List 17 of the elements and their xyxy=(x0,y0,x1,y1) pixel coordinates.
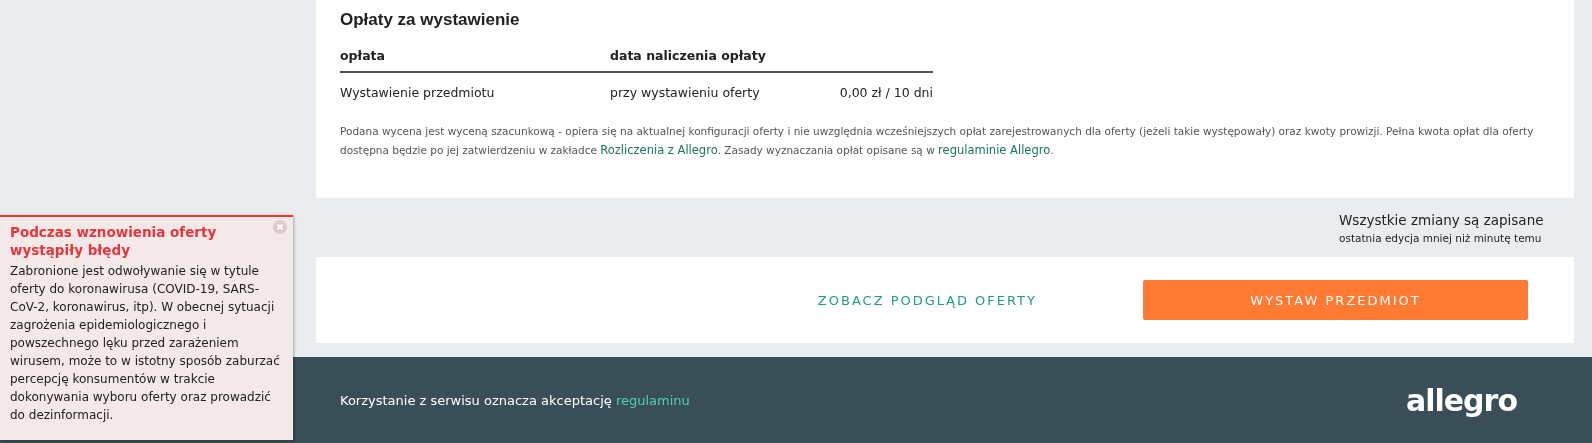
link[interactable]: regulaminu xyxy=(615,392,690,408)
column-header: data naliczenia opłaty xyxy=(610,48,767,63)
table-cell-text: 0,00 zł / 10 dni xyxy=(838,85,933,100)
fee-note: Podana wycena jest wyceną szacunkową - opiera się na aktualnej konfiguracji oferty i nie uwzględnia wcześniejszych opłat zarejestrowanych dla oferty (jeżeli takie występowały) oraz kwoty prowizji. Pełna kwota opłat dla oferty dostępna będzie po jej zatwierdzeniu w zakładce Rozliczenia z Allegro. Zasady wyznaczania opłat opisane są w regulaminie Allegro. xyxy=(340,124,1535,159)
toast-message: Zabronione jest odwoływanie się w tytule oferty do koronawirusa (COVID-19, SARS-CoV-2, koronawirus, itp). W obecnej sytuacji zagrożenia epidemiologicznego i powszechnego lęku przed zarażeniem wirusem, może to w istotny sposób zaburzać percepcję konsumentów w trakcie dokonywania wyboru oferty oraz prowadzić do dezinformacji. xyxy=(10,263,281,424)
link[interactable]: Rozliczenia z Allegro xyxy=(600,143,718,157)
save-status: Wszystkie zmiany są zapisane xyxy=(1339,211,1544,228)
table-cell-text: Wystawienie przedmiotu xyxy=(340,85,496,100)
last-edit-text: ostatnia edycja mniej niż minutę temu xyxy=(1339,231,1543,244)
table-cell-text: przy wystawieniu oferty xyxy=(610,85,761,100)
toast-title: Podczas wznowienia oferty wystąpiły błędy xyxy=(10,223,218,259)
footer-text: Korzystanie z serwisu oznacza akceptację regulaminu xyxy=(340,392,690,408)
logo[interactable]: allegro xyxy=(1405,382,1517,418)
section-title: Opłaty za wystawienie xyxy=(340,10,521,30)
column-header: opłata xyxy=(340,48,387,63)
preview-button[interactable]: ZOBACZ PODGLĄD OFERTY xyxy=(811,291,1043,309)
close-icon[interactable] xyxy=(273,220,287,234)
